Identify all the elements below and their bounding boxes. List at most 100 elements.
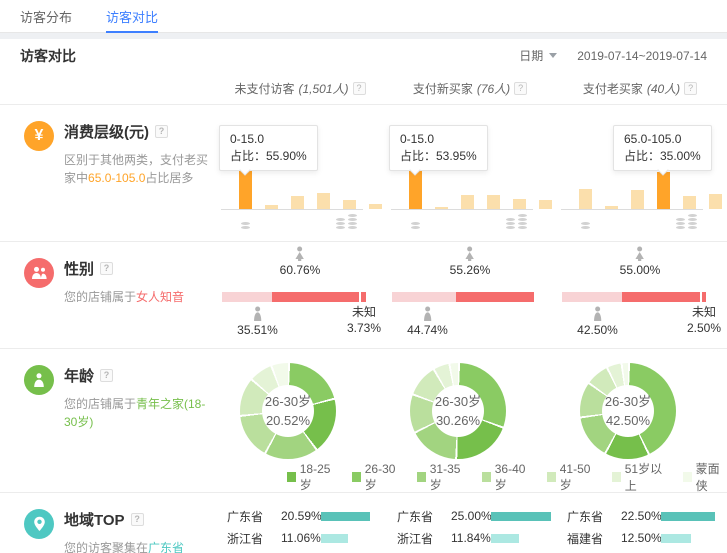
date-filter-label[interactable]: 日期 [519,47,543,64]
gender-bar-male[interactable] [392,292,456,302]
row-gender: 性别 ? 您的店铺属于女人知音 60.76%35.51%未知3.73%55.26… [0,242,727,349]
legend-item[interactable]: 41-50岁 [547,462,597,493]
help-icon[interactable]: ? [100,369,113,382]
tab-visitor-compare[interactable]: 访客对比 [106,0,158,33]
region-chart[interactable]: 广东省25.00%浙江省11.84% [385,493,555,553]
consumption-bar[interactable] [631,190,644,209]
region-row-partial [385,549,555,553]
consumption-bar[interactable] [657,172,670,210]
unknown-pct: 2.50% [687,320,721,336]
chart-tooltip: 65.0-105.0占比：35.00% [613,125,712,171]
legend-item[interactable]: 26-30岁 [352,462,402,493]
unknown-share-label: 未知2.50% [687,304,721,336]
column-headers: 未支付访客(1,501人) ? 支付新买家(76人) ? 支付老买家(40人) … [0,72,727,105]
row-consumption-level: ¥ 消费层级(元) ? 区别于其他两类，支付老买家中65.0-105.0占比居多… [0,105,727,242]
x-axis [221,209,363,210]
consumption-bar[interactable] [683,196,696,209]
gender-bar-male[interactable] [222,292,272,302]
age-donut[interactable]: 26-30岁30.26% [410,363,506,459]
legend-item[interactable]: 31-35岁 [417,462,467,493]
region-name: 福建省 [567,530,621,547]
age-donut[interactable]: 26-30岁42.50% [580,363,676,459]
consumption-bar[interactable] [317,193,330,209]
age-donut[interactable]: 26-30岁20.52% [240,363,336,459]
gender-chart[interactable]: 55.00%42.50%未知2.50% [555,242,725,348]
consumption-bar[interactable] [709,194,722,209]
consumption-bar[interactable] [291,196,304,209]
column-count: (1,501人) [298,80,348,97]
legend-label: 51岁以上 [625,460,668,494]
coin-stack-icon [676,218,685,229]
consumption-cells: 0-15.0占比：55.90%0-15.0占比：53.95% 65.0-105.0… [215,105,725,241]
legend-item[interactable]: 51岁以上 [612,460,668,494]
date-range-value[interactable]: 2019-07-14~2019-07-14 [577,49,707,63]
age-chart[interactable]: 26-30岁30.26% [385,349,555,462]
coin-stack-icon [581,222,590,229]
legend-swatch [417,472,426,482]
gender-bar-female[interactable] [456,292,534,302]
region-bar[interactable] [661,534,691,543]
consumption-bar[interactable] [487,195,500,209]
consumption-chart[interactable]: 0-15.0占比：55.90% [215,105,385,241]
age-chart[interactable]: 26-30岁20.52% [215,349,385,462]
region-pct: 25.00% [451,509,491,523]
gender-bar-unknown[interactable] [702,292,706,302]
consumption-bar[interactable] [343,200,356,209]
location-pin-icon [24,509,54,539]
male-share-label: 35.51% [237,306,278,338]
coin-stack-icon [506,218,515,229]
gender-bar-male[interactable] [562,292,622,302]
coin-stack-icon [241,222,250,229]
legend-item[interactable]: 18-25岁 [287,462,337,493]
row-title-age: 年龄 [64,365,94,386]
gender-bar-female[interactable] [272,292,358,302]
male-pct: 42.50% [577,323,618,337]
region-row: 浙江省11.06% [215,527,385,549]
consumption-bar[interactable] [513,199,526,209]
region-row: 广东省22.50% [555,505,725,527]
male-share-label: 44.74% [407,306,448,338]
consumption-bar[interactable] [461,195,474,209]
region-bar[interactable] [661,512,715,521]
legend-item[interactable]: 蒙面侠 [683,460,727,494]
region-bar[interactable] [491,512,551,521]
donut-center-label: 26-30岁42.50% [602,385,654,437]
legend-label: 蒙面侠 [696,460,727,494]
region-pct: 11.84% [451,531,491,545]
row-desc-consumption: 区别于其他两类，支付老买家中65.0-105.0占比居多 [64,151,216,187]
donut-center-category: 26-30岁 [435,392,481,411]
gender-chart[interactable]: 60.76%35.51%未知3.73% [215,242,385,348]
gender-bar-unknown[interactable] [361,292,366,302]
help-icon[interactable]: ? [100,262,113,275]
chevron-down-icon[interactable] [549,53,557,58]
region-bar[interactable] [321,512,370,521]
consumption-bar[interactable] [369,204,382,209]
region-pct: 20.59% [281,509,321,523]
help-icon[interactable]: ? [514,82,527,95]
unknown-share-label: 未知3.73% [347,304,381,336]
consumption-bar[interactable] [579,189,592,209]
consumption-chart[interactable]: 65.0-105.0占比：35.00% [555,105,725,241]
help-icon[interactable]: ? [684,82,697,95]
bar-group [579,172,725,210]
consumption-bar[interactable] [539,200,552,209]
consumption-chart[interactable]: 0-15.0占比：53.95% [385,105,555,241]
people-icon [24,258,54,288]
region-row: 浙江省11.84% [385,527,555,549]
gender-chart[interactable]: 55.26%44.74% [385,242,555,348]
row-title-region: 地域TOP [64,509,125,530]
help-icon[interactable]: ? [131,513,144,526]
region-cells: 广东省20.59% 浙江省11.06%广东省 25.00% 浙江省11.84%广东省2… [215,493,725,553]
tab-visitor-distribution[interactable]: 访客分布 [20,0,72,33]
help-icon[interactable]: ? [353,82,366,95]
region-chart[interactable]: 广东省22.50%福建省12.50% [555,493,725,553]
age-chart[interactable]: 26-30岁42.50% [555,349,725,462]
region-chart[interactable]: 广东省20.59% 浙江省11.06% [215,493,385,553]
region-bar[interactable] [491,534,519,543]
legend-swatch [612,472,621,482]
gender-bar-female[interactable] [622,292,700,302]
help-icon[interactable]: ? [155,125,168,138]
region-bar[interactable] [321,534,348,543]
legend-item[interactable]: 36-40岁 [482,462,532,493]
region-name: 广东省 [227,508,281,525]
